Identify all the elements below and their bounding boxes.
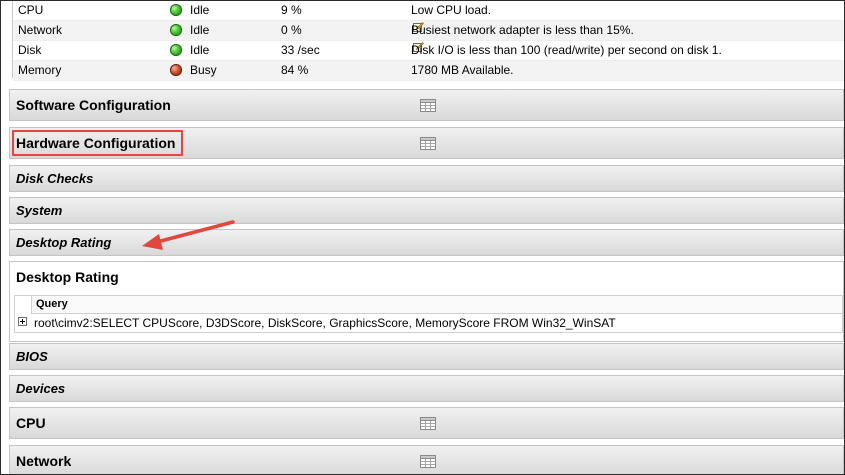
section-system[interactable]: System (9, 197, 844, 224)
table-grid-icon[interactable] (420, 99, 436, 112)
section-cpu[interactable]: CPU (9, 407, 844, 439)
resource-name: Network (18, 23, 63, 37)
status-green-icon (170, 24, 182, 36)
column-header-query[interactable]: Query (31, 296, 842, 314)
resource-monitor-report: CPU Idle 9 % Low CPU load. Network Idle … (0, 0, 845, 475)
resource-description: Disk I/O is less than 100 (read/write) p… (411, 42, 722, 57)
table-grid-icon[interactable] (420, 417, 436, 430)
status-red-icon (170, 64, 182, 76)
panel-title: Desktop Rating (16, 269, 119, 285)
section-title: Desktop Rating (16, 235, 112, 250)
table-row-memory: Memory Busy 84 % 1780 MB Available. (13, 61, 844, 81)
resource-name: Disk (18, 43, 42, 57)
section-title: System (16, 203, 63, 218)
annotation-arrow-icon (142, 220, 235, 250)
table-grid-icon[interactable] (420, 137, 436, 150)
section-title: Devices (16, 381, 66, 396)
resource-status: Idle (190, 23, 210, 37)
section-devices[interactable]: Devices (9, 375, 844, 402)
resource-status: Busy (190, 63, 217, 77)
query-text: root\cimv2:SELECT CPUScore, D3DScore, Di… (34, 316, 616, 330)
resource-status: Idle (190, 3, 210, 17)
table-row-network: Network Idle 0 % Busiest network adapter… (13, 21, 844, 41)
table-row-cpu: CPU Idle 9 % Low CPU load. (13, 1, 844, 21)
resource-value: 0 % (281, 23, 302, 37)
status-green-icon (170, 44, 182, 56)
highlight-box (12, 130, 183, 156)
resource-description: Busiest network adapter is less than 15%… (411, 22, 634, 37)
section-software-configuration[interactable]: Software Configuration (9, 89, 844, 121)
section-title: Disk Checks (16, 171, 94, 186)
section-desktop-rating[interactable]: Desktop Rating (9, 229, 844, 256)
section-title: CPU (16, 415, 46, 431)
resource-value: 33 /sec (281, 43, 320, 57)
section-hardware-configuration[interactable]: Hardware Configuration (9, 127, 844, 159)
section-network[interactable]: Network (9, 445, 844, 474)
section-title: Network (16, 453, 72, 469)
table-row[interactable]: root\cimv2:SELECT CPUScore, D3DScore, Di… (15, 314, 842, 332)
section-title: Software Configuration (16, 97, 171, 113)
table-row-disk: Disk Idle 33 /sec Disk I/O is less than … (13, 41, 844, 61)
status-green-icon (170, 4, 182, 16)
resource-value: 9 % (281, 3, 302, 17)
resource-value: 84 % (281, 63, 309, 77)
section-bios[interactable]: BIOS (9, 343, 844, 370)
resource-overview-table: CPU Idle 9 % Low CPU load. Network Idle … (12, 1, 844, 81)
plus-box-icon[interactable] (18, 317, 27, 326)
resource-name: Memory (18, 63, 62, 77)
query-table: Query root\cimv2:SELECT CPUScore, D3DSco… (14, 295, 843, 333)
desktop-rating-panel: Desktop Rating Query root\cimv2:SELECT C… (9, 261, 844, 342)
resource-status: Idle (190, 43, 210, 57)
section-title: BIOS (16, 349, 48, 364)
section-disk-checks[interactable]: Disk Checks (9, 165, 844, 192)
table-grid-icon[interactable] (420, 455, 436, 468)
resource-name: CPU (18, 3, 44, 17)
